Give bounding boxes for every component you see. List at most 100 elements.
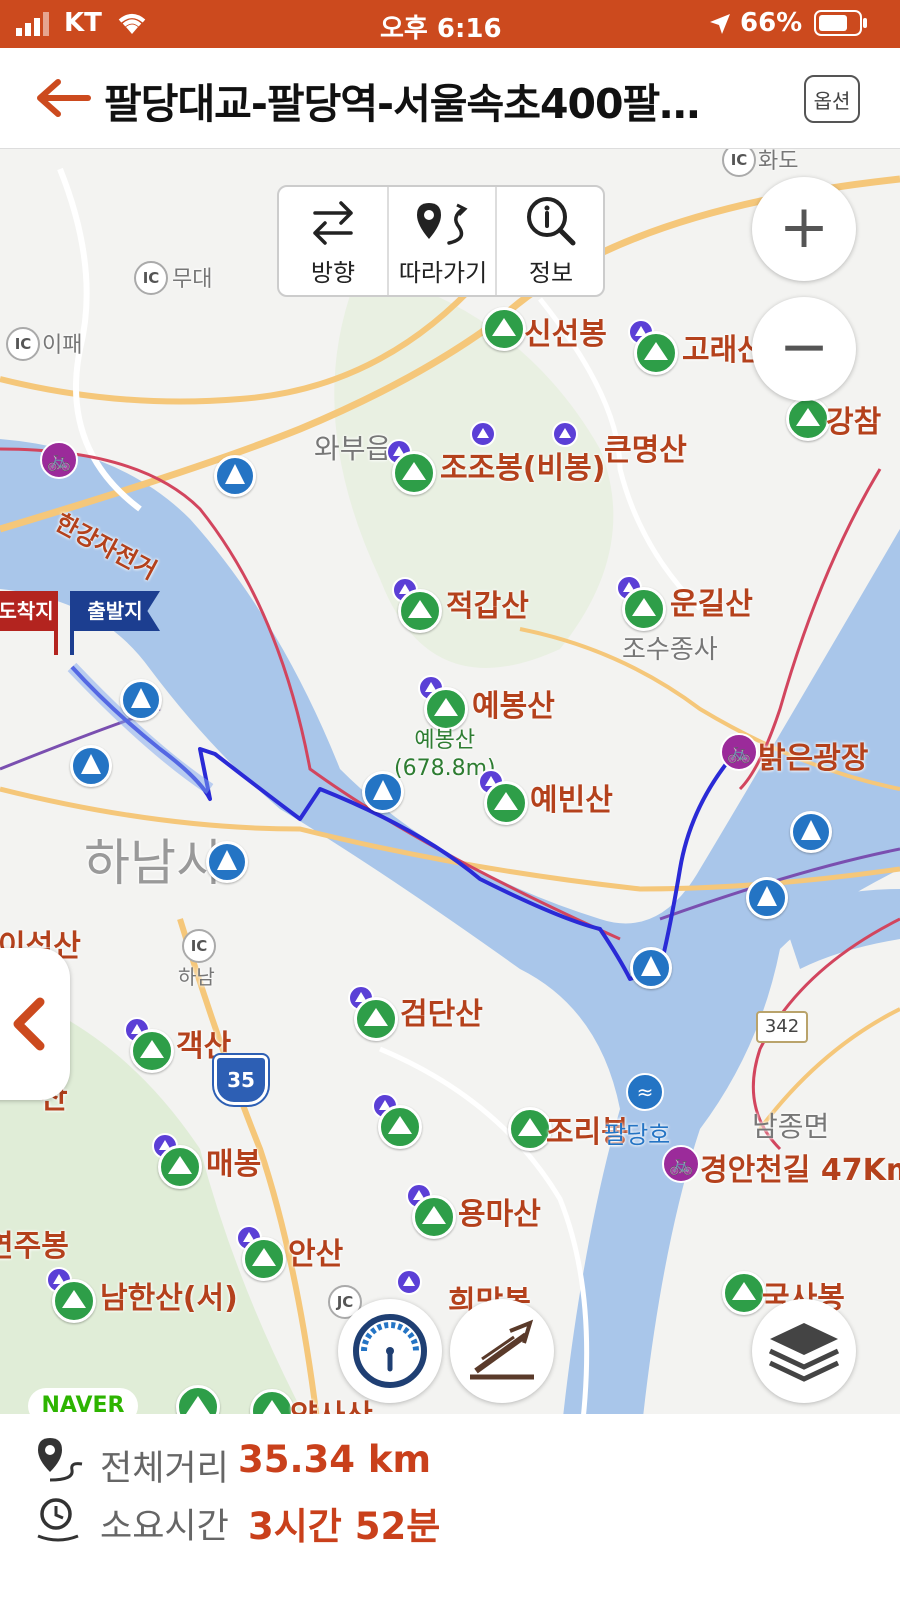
direction-button[interactable]: 방향 bbox=[279, 187, 387, 295]
speedometer-icon bbox=[353, 1314, 427, 1388]
summit-name: 예봉산 bbox=[414, 728, 476, 753]
place-label: 적갑산 bbox=[446, 589, 529, 624]
mountain-icon[interactable] bbox=[786, 397, 830, 441]
ic-badge: IC bbox=[182, 929, 216, 963]
info-label: 정보 bbox=[528, 259, 574, 287]
place-label: 와부읍 bbox=[314, 432, 392, 465]
place-label: 운길산 bbox=[670, 587, 753, 622]
carrier-label: KT bbox=[64, 8, 102, 38]
mountain-icon[interactable] bbox=[722, 1271, 766, 1315]
mountain-icon[interactable] bbox=[130, 1029, 174, 1073]
map-view[interactable]: IC 화도 IC 무대 IC 이패 IC 하남 JC 신선봉 고래산 강참 와부… bbox=[0, 149, 900, 1445]
ic-badge: IC bbox=[134, 261, 168, 295]
mountain-icon[interactable] bbox=[412, 1195, 456, 1239]
follow-label: 따라가기 bbox=[398, 259, 488, 287]
map-toolbar: 방향 따라가기 정보 bbox=[277, 185, 605, 297]
duration-label: 소요시간 bbox=[100, 1507, 229, 1547]
start-flag[interactable]: 출발지 bbox=[70, 591, 160, 631]
peak-icon bbox=[396, 1269, 422, 1295]
duration-row: 소요시간 3시간 52분 bbox=[34, 1494, 440, 1548]
direction-label: 방향 bbox=[310, 259, 356, 287]
place-label: 강참 bbox=[826, 405, 882, 440]
route-shield: 35 bbox=[214, 1055, 268, 1105]
mountain-icon[interactable] bbox=[52, 1279, 96, 1323]
mountain-icon[interactable] bbox=[398, 589, 442, 633]
mountain-icon[interactable] bbox=[424, 687, 468, 731]
place-label: 큰명산 bbox=[604, 433, 687, 468]
layers-icon bbox=[768, 1323, 840, 1382]
mountain-icon[interactable] bbox=[482, 307, 526, 351]
bike-station-icon[interactable]: 🚲 bbox=[40, 441, 78, 479]
city-label: 하남시 bbox=[84, 834, 222, 892]
mountain-icon[interactable] bbox=[378, 1105, 422, 1149]
route-shield: 342 bbox=[756, 1011, 808, 1043]
mountain-icon[interactable] bbox=[484, 781, 528, 825]
back-arrow-icon[interactable] bbox=[34, 76, 94, 120]
mountain-icon[interactable] bbox=[622, 587, 666, 631]
speedometer-button[interactable] bbox=[338, 1299, 442, 1403]
place-label: 남종면 bbox=[752, 1110, 830, 1143]
follow-route-icon bbox=[417, 203, 468, 245]
options-button[interactable]: 옵션 bbox=[804, 75, 860, 123]
wifi-icon bbox=[118, 14, 146, 34]
info-search-icon bbox=[527, 197, 576, 246]
route-distance-icon bbox=[38, 1438, 83, 1482]
chevron-left-icon bbox=[13, 997, 45, 1051]
park-icon[interactable] bbox=[120, 679, 162, 721]
end-flag[interactable]: 도착지 bbox=[0, 591, 58, 631]
distance-value: 35.34 km bbox=[238, 1438, 432, 1481]
place-label: 예봉산 bbox=[472, 689, 555, 724]
side-panel-toggle[interactable] bbox=[0, 948, 70, 1100]
place-label: 용마산 bbox=[458, 1197, 541, 1232]
elevation-icon bbox=[470, 1319, 534, 1380]
distance-row: 전체거리 35.34 km bbox=[34, 1436, 431, 1490]
place-label: 안산 bbox=[288, 1237, 344, 1272]
place-label: 밝은광장 bbox=[758, 741, 869, 776]
clock: 오후 6:16 bbox=[380, 14, 502, 44]
duration-value: 3시간 52분 bbox=[248, 1505, 441, 1548]
place-label: 신선봉 bbox=[524, 317, 607, 352]
ic-badge: IC bbox=[6, 327, 40, 361]
follow-button[interactable]: 따라가기 bbox=[387, 187, 497, 295]
peak-icon bbox=[552, 421, 578, 447]
place-label: 예빈산 bbox=[530, 783, 613, 818]
zoom-out-button[interactable]: − bbox=[752, 297, 856, 401]
bike-station-icon[interactable]: 🚲 bbox=[720, 733, 758, 771]
park-icon[interactable] bbox=[790, 811, 832, 853]
mountain-icon[interactable] bbox=[242, 1237, 286, 1281]
layers-button[interactable] bbox=[752, 1299, 856, 1403]
mountain-icon[interactable] bbox=[158, 1145, 202, 1189]
mountain-icon[interactable] bbox=[392, 451, 436, 495]
park-icon[interactable] bbox=[206, 841, 248, 883]
header: 팔당대교-팔당역-서울속초400팔… 옵션 bbox=[0, 48, 900, 149]
battery-icon bbox=[814, 10, 867, 36]
start-flag-pole bbox=[70, 631, 74, 655]
park-icon[interactable] bbox=[214, 455, 256, 497]
info-button[interactable]: 정보 bbox=[495, 187, 605, 295]
end-flag-pole bbox=[54, 631, 58, 655]
bike-station-icon[interactable]: 🚲 bbox=[662, 1145, 700, 1183]
mountain-icon[interactable] bbox=[354, 997, 398, 1041]
swap-arrows-icon bbox=[313, 201, 353, 245]
place-label: 화도 bbox=[758, 149, 799, 174]
lake-label: 팔당호 bbox=[604, 1121, 671, 1149]
place-label: 조수종사 bbox=[622, 635, 718, 665]
route-title: 팔당대교-팔당역-서울속초400팔… bbox=[104, 80, 700, 128]
place-label: 검단산 bbox=[400, 997, 483, 1032]
distance-label: 전체거리 bbox=[100, 1449, 229, 1489]
park-icon[interactable] bbox=[362, 771, 404, 813]
lake-icon: ≈ bbox=[626, 1073, 664, 1111]
mountain-icon[interactable] bbox=[634, 331, 678, 375]
place-label: 무대 bbox=[172, 267, 213, 292]
park-icon[interactable] bbox=[630, 947, 672, 989]
battery-percent: 66% bbox=[740, 8, 803, 38]
clock-route-icon bbox=[37, 1498, 79, 1542]
place-label: 연주봉 bbox=[0, 1229, 69, 1264]
place-label: 매봉 bbox=[206, 1147, 262, 1182]
park-icon[interactable] bbox=[746, 877, 788, 919]
place-label: 경안천길 47Km bbox=[700, 1153, 900, 1188]
elevation-button[interactable] bbox=[450, 1299, 554, 1403]
park-icon[interactable] bbox=[70, 745, 112, 787]
zoom-in-button[interactable]: + bbox=[752, 177, 856, 281]
place-label: 하남 bbox=[178, 965, 215, 989]
